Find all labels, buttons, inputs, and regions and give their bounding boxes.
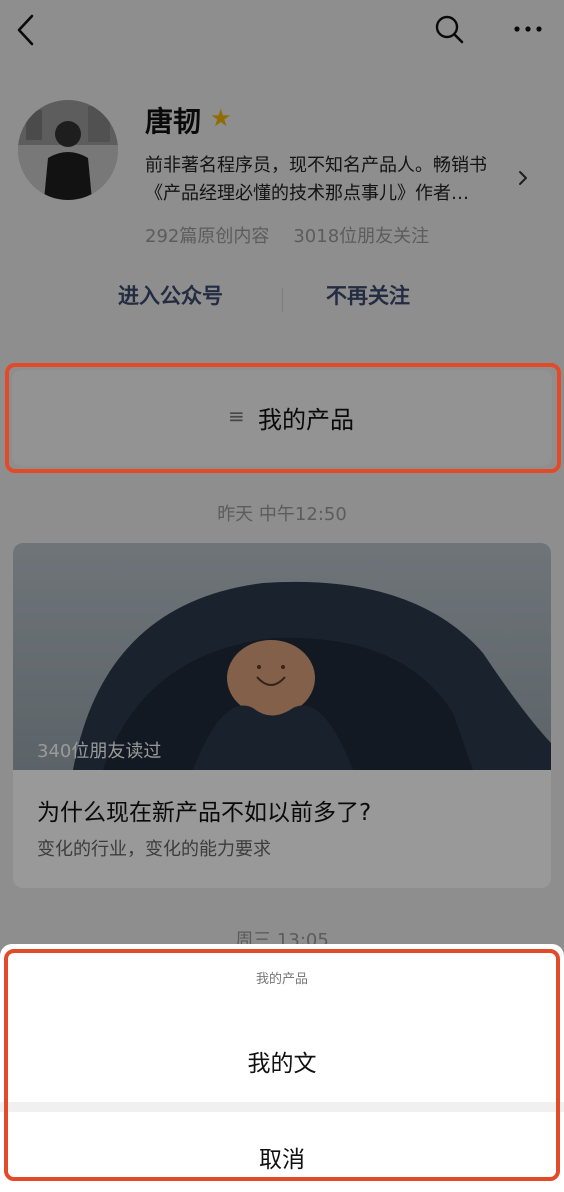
highlight-box <box>4 949 560 1181</box>
highlight-box <box>5 363 561 473</box>
